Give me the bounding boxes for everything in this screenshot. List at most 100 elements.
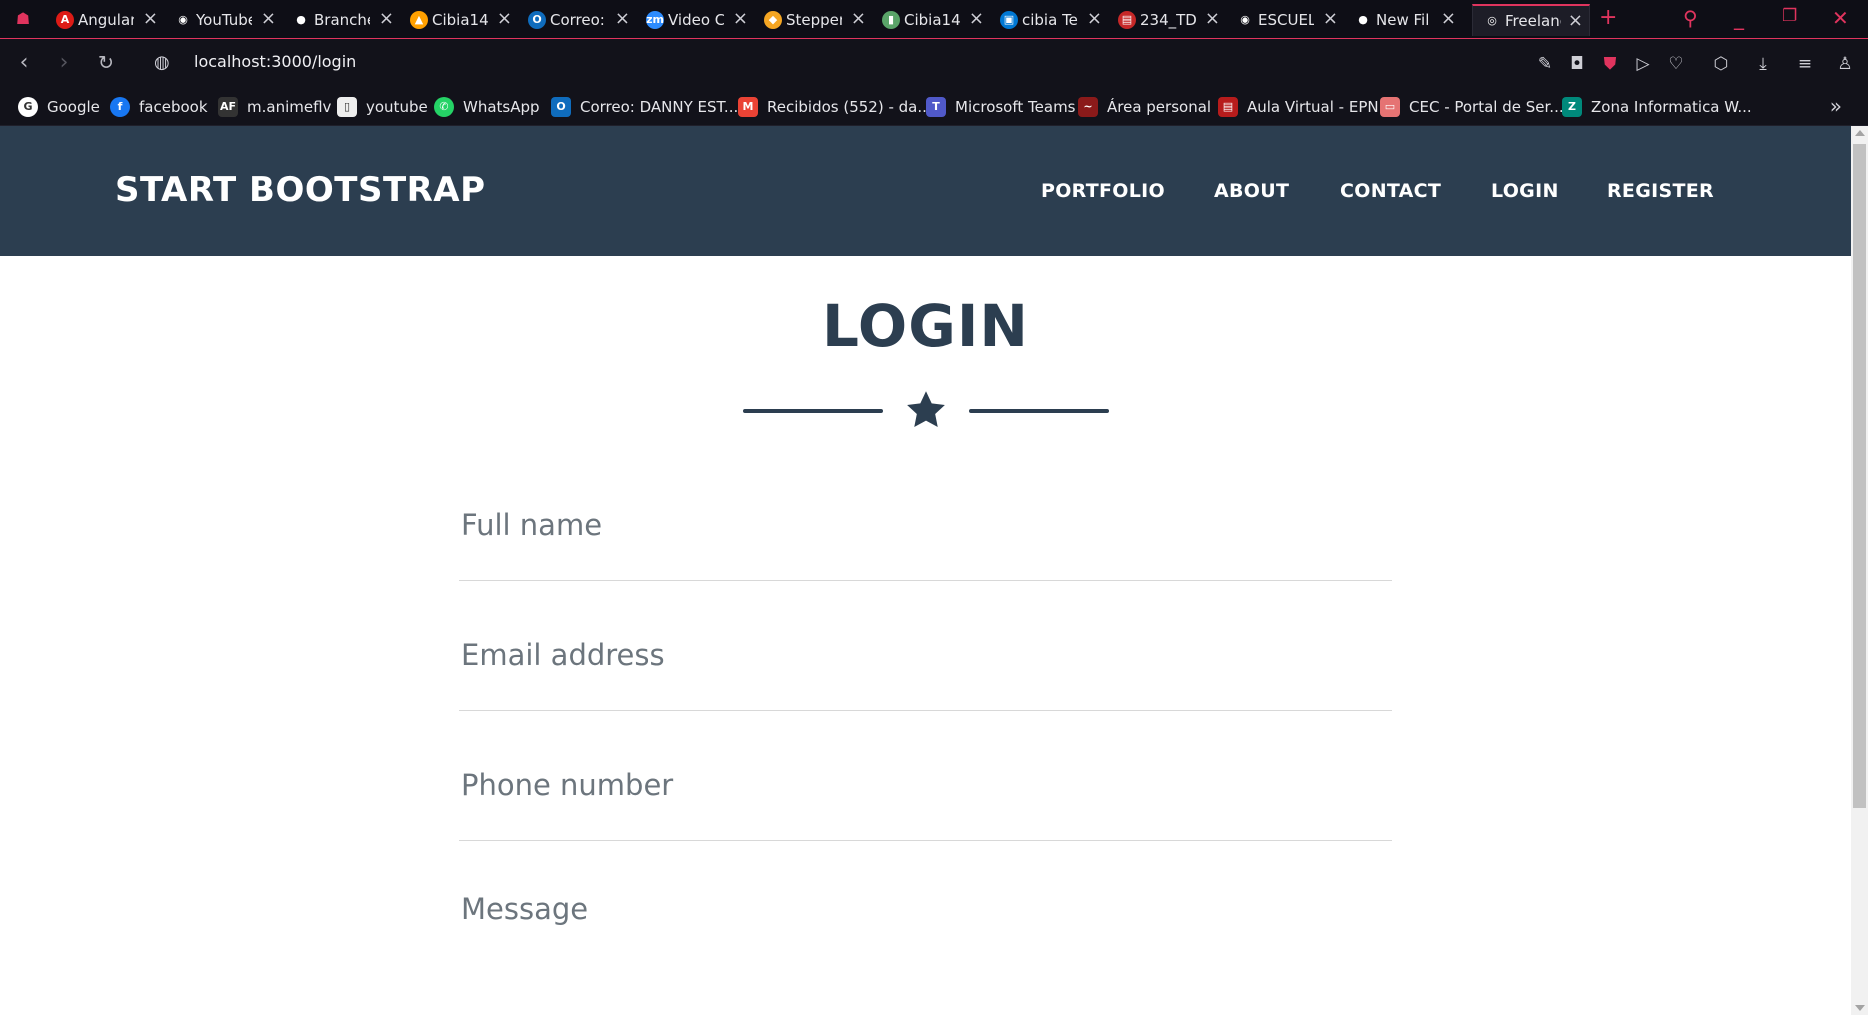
tab-title: Stepper xyxy=(786,11,842,29)
url-field[interactable]: localhost:3000/login xyxy=(194,52,356,71)
bookmark-item[interactable]: O Correo: DANNY EST... xyxy=(551,96,738,118)
scroll-down-arrow-icon[interactable] xyxy=(1855,1005,1865,1011)
close-tab-icon[interactable]: × xyxy=(1205,10,1220,28)
browser-tab[interactable]: ● Branches × xyxy=(282,4,400,36)
globe-icon: ◎ xyxy=(1487,14,1497,27)
close-tab-icon[interactable]: × xyxy=(379,10,394,28)
settings-sliders-icon[interactable]: ≡ xyxy=(1794,53,1816,75)
browser-tab[interactable]: O Correo: × xyxy=(518,4,636,36)
close-tab-icon[interactable]: × xyxy=(1323,10,1338,28)
close-tab-icon[interactable]: × xyxy=(733,10,748,28)
close-tab-icon[interactable]: × xyxy=(851,10,866,28)
bookmark-item[interactable]: ▭ CEC - Portal de Ser... xyxy=(1380,96,1564,118)
shield-icon: ◆ xyxy=(764,11,782,29)
search-icon[interactable]: ⚲ xyxy=(1683,6,1698,30)
message-textarea[interactable] xyxy=(459,892,1392,940)
bookmark-item[interactable]: M Recibidos (552) - da... xyxy=(738,96,932,118)
browser-tab[interactable]: ◉ ESCUEL × xyxy=(1226,4,1344,36)
close-tab-icon[interactable]: × xyxy=(261,10,276,28)
zona-icon: Z xyxy=(1562,97,1582,117)
github-icon: ● xyxy=(1358,13,1368,26)
outlook-icon: O xyxy=(551,97,571,117)
nav-about-link[interactable]: ABOUT xyxy=(1214,180,1289,202)
browser-tab[interactable]: A Angular × xyxy=(46,4,164,36)
phone-input[interactable] xyxy=(459,761,1392,809)
download-icon[interactable]: ⤓ xyxy=(1752,53,1774,75)
bookmark-item[interactable]: T Microsoft Teams xyxy=(926,96,1076,118)
browser-tab[interactable]: ◎ Freelanc × xyxy=(1472,4,1590,36)
document-icon: ▤ xyxy=(1118,11,1136,29)
browser-tab[interactable]: ▣ cibia Te × xyxy=(990,4,1108,36)
browser-tab[interactable]: ◉ YouTube × xyxy=(164,4,282,36)
page-scrollbar[interactable] xyxy=(1851,126,1868,1015)
close-tab-icon[interactable]: × xyxy=(1568,12,1583,30)
back-button[interactable]: ‹ xyxy=(10,49,38,77)
reload-button[interactable]: ↻ xyxy=(92,49,120,77)
full-name-input[interactable] xyxy=(459,501,1392,549)
bookmark-item[interactable]: ~ Área personal xyxy=(1078,96,1211,118)
browser-tab[interactable]: zm Video C × xyxy=(636,4,754,36)
nav-register-link[interactable]: REGISTER xyxy=(1607,180,1714,202)
moodle-icon: ~ xyxy=(1078,97,1098,117)
send-icon[interactable]: ▷ xyxy=(1632,53,1654,75)
bookmark-item[interactable]: AF m.animeflv xyxy=(218,96,331,118)
bookmark-item[interactable]: f facebook xyxy=(110,96,208,118)
forward-button[interactable]: › xyxy=(50,49,78,77)
adblock-shield-icon[interactable]: ⛊ xyxy=(1599,53,1621,75)
share-icon[interactable]: ✎ xyxy=(1534,53,1556,75)
profile-icon[interactable]: ♙ xyxy=(1834,53,1856,75)
bookmark-label: Google xyxy=(47,98,100,116)
opera-gx-icon[interactable]: ☗ xyxy=(10,8,36,30)
divider-line-right xyxy=(969,409,1109,413)
browser-tab[interactable]: ▲ Cibia14 × xyxy=(400,4,518,36)
tab-title: 234_TD xyxy=(1140,11,1196,29)
browser-tab-bar: ☗ AAngular×◉YouTube×●Branches×▲Cibia14×O… xyxy=(0,0,1868,38)
chart-icon: ▮ xyxy=(882,11,900,29)
cec-icon: ▭ xyxy=(1380,97,1400,117)
tab-title: Freelanc xyxy=(1505,12,1561,30)
bookmarks-bar: G Google f facebook AF m.animeflv ▯ youtube ✆ Wha… xyxy=(0,88,1868,126)
bookmark-item[interactable]: ▯ youtube xyxy=(337,96,428,118)
bookmark-item[interactable]: ✆ WhatsApp xyxy=(434,96,540,118)
scroll-up-arrow-icon[interactable] xyxy=(1855,130,1865,136)
scrollbar-thumb[interactable] xyxy=(1853,144,1866,808)
browser-tab[interactable]: ▤ 234_TD × xyxy=(1108,4,1226,36)
close-tab-icon[interactable]: × xyxy=(497,10,512,28)
close-tab-icon[interactable]: × xyxy=(615,10,630,28)
close-window-button[interactable]: ✕ xyxy=(1832,6,1849,30)
bookmark-label: youtube xyxy=(366,98,428,116)
bookmark-item[interactable]: G Google xyxy=(18,96,100,118)
site-info-icon[interactable]: ◍ xyxy=(154,53,174,73)
site-navbar: START BOOTSTRAP PORTFOLIO ABOUT CONTACT … xyxy=(0,126,1851,256)
nav-login-link[interactable]: LOGIN xyxy=(1491,180,1559,202)
nav-portfolio-link[interactable]: PORTFOLIO xyxy=(1041,180,1165,202)
close-tab-icon[interactable]: × xyxy=(1087,10,1102,28)
bookmark-label: WhatsApp xyxy=(463,98,540,116)
browser-tab[interactable]: ▮ Cibia14 × xyxy=(872,4,990,36)
angular-icon: A xyxy=(56,11,74,29)
bookmark-label: Correo: DANNY EST... xyxy=(580,98,739,116)
new-tab-button[interactable]: + xyxy=(1599,5,1617,30)
star-divider xyxy=(743,388,1109,436)
cube-icon[interactable]: ⬡ xyxy=(1710,53,1732,75)
gmail-icon: M xyxy=(738,97,758,117)
azure-devops-icon: ▣ xyxy=(1000,11,1018,29)
bookmark-item[interactable]: Z Zona Informatica W... xyxy=(1562,96,1752,118)
brand-logo[interactable]: START BOOTSTRAP xyxy=(115,170,486,210)
camera-icon[interactable]: ◘ xyxy=(1566,53,1588,75)
heart-icon[interactable]: ♡ xyxy=(1665,53,1687,75)
browser-tab[interactable]: ● New Fil × xyxy=(1344,4,1462,36)
close-tab-icon[interactable]: × xyxy=(1441,10,1456,28)
email-input[interactable] xyxy=(459,631,1392,679)
minimize-button[interactable]: _ xyxy=(1734,6,1744,30)
tab-title: Correo: xyxy=(550,11,605,29)
more-bookmarks-chevron-icon[interactable]: » xyxy=(1830,94,1842,118)
browser-tab[interactable]: ◆ Stepper × xyxy=(754,4,872,36)
close-tab-icon[interactable]: × xyxy=(143,10,158,28)
zoom-icon: zm xyxy=(646,11,664,29)
github-icon: ● xyxy=(296,13,306,26)
restore-button[interactable]: ❐ xyxy=(1782,6,1797,26)
nav-contact-link[interactable]: CONTACT xyxy=(1340,180,1441,202)
close-tab-icon[interactable]: × xyxy=(969,10,984,28)
bookmark-item[interactable]: ▤ Aula Virtual - EPN xyxy=(1218,96,1379,118)
